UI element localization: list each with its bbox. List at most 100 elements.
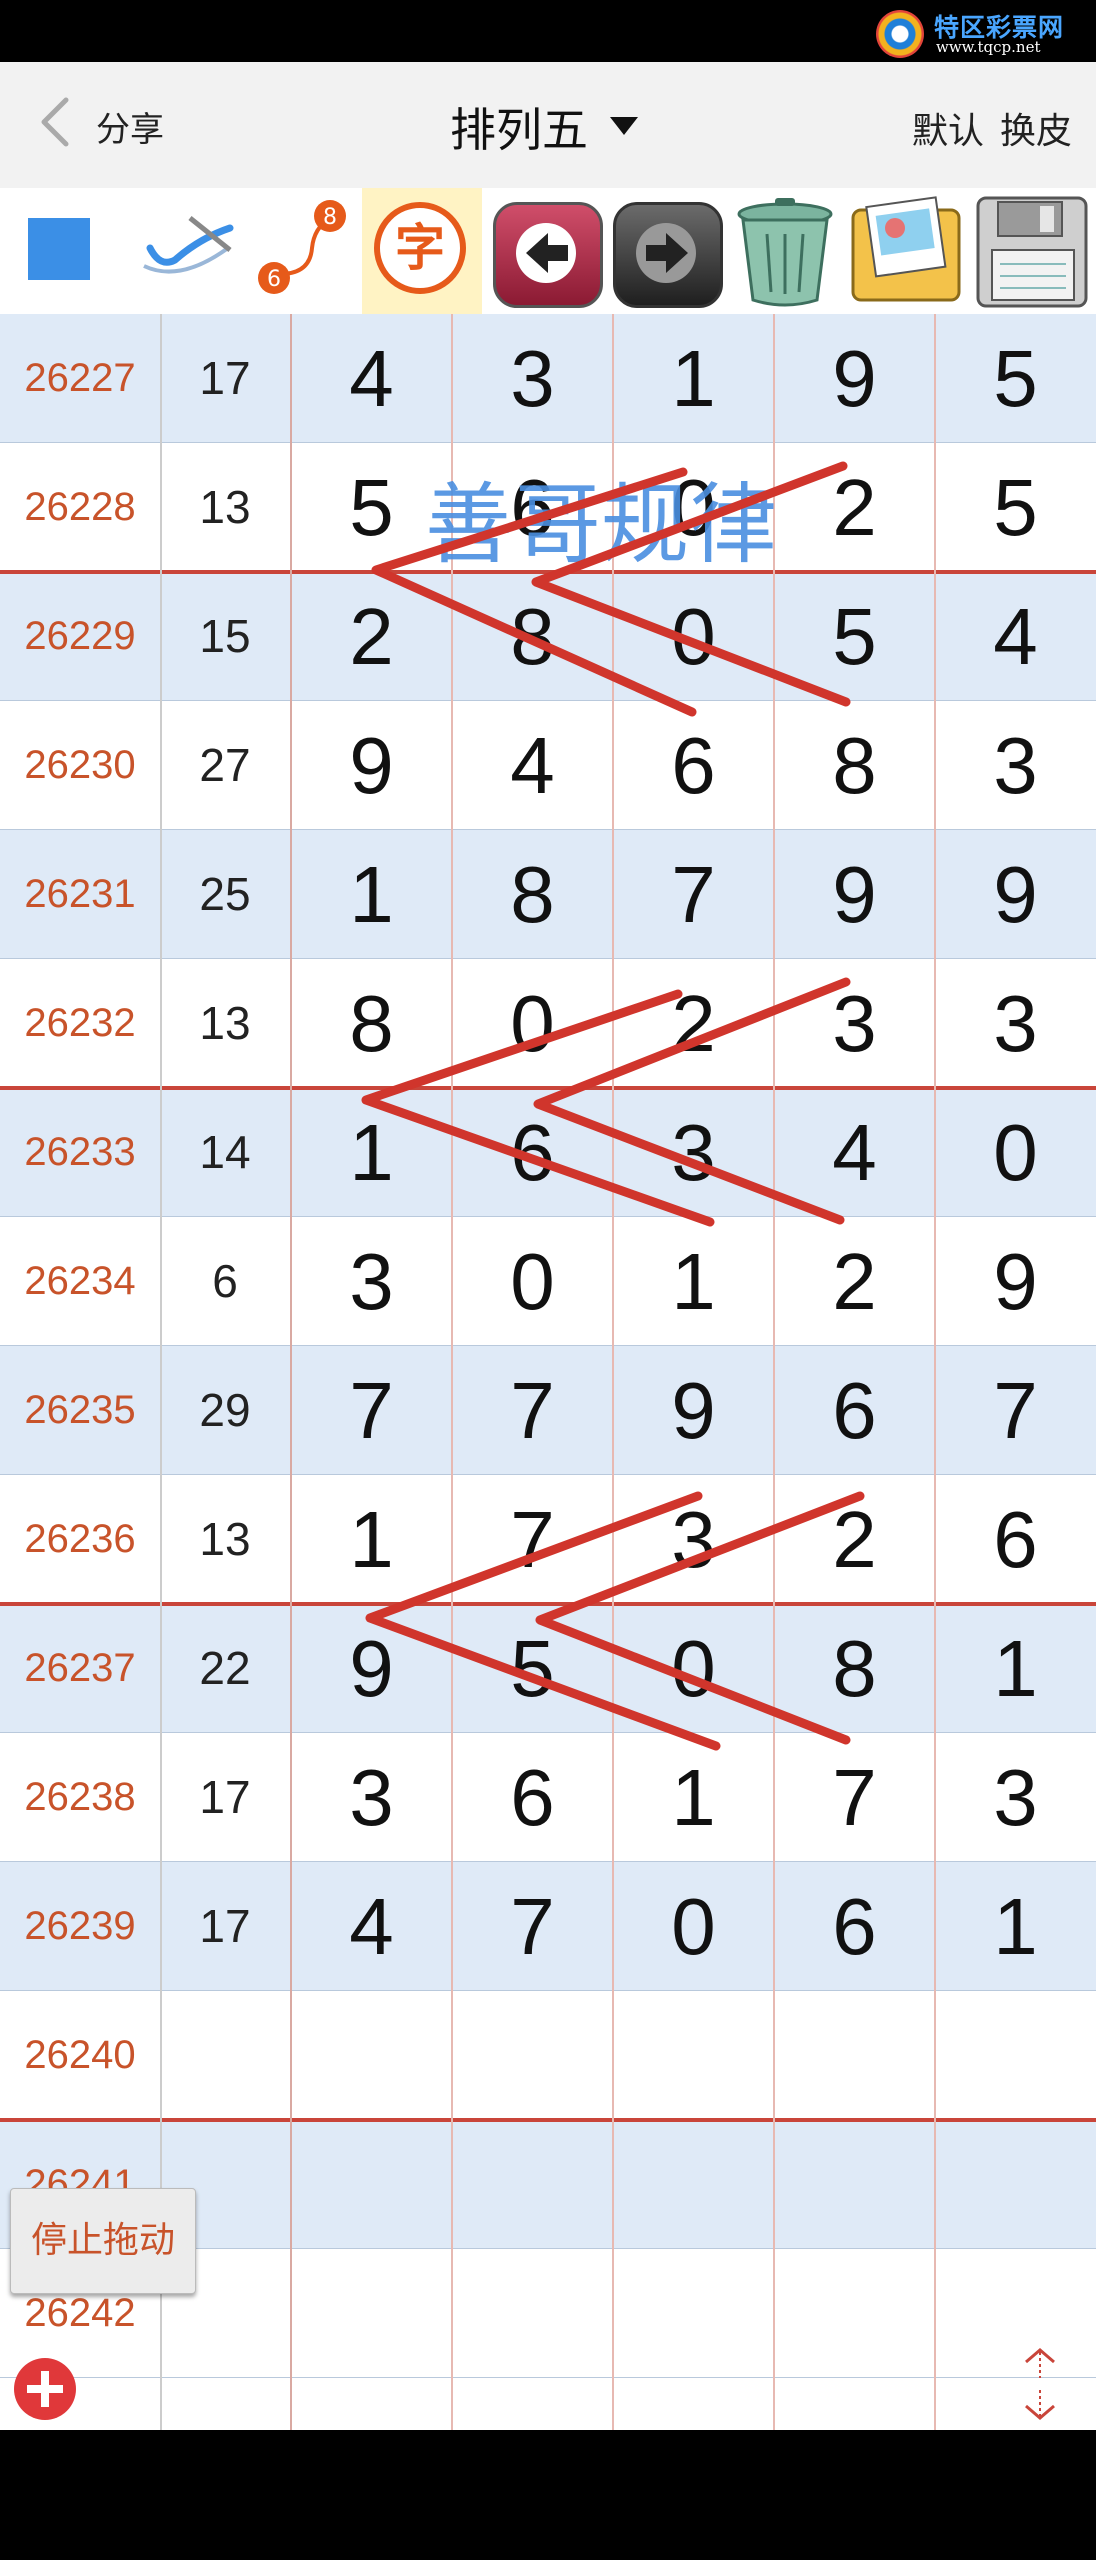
digit-cell[interactable]	[613, 1991, 774, 2120]
digit-cell[interactable]: 3	[291, 1733, 452, 1862]
digit-cell[interactable]: 0	[935, 1088, 1096, 1217]
digit-cell[interactable]: 1	[613, 314, 774, 443]
digit-cell[interactable]: 9	[935, 830, 1096, 959]
digit-cell[interactable]: 3	[935, 701, 1096, 830]
digit-cell[interactable]	[774, 2249, 935, 2378]
save-floppy-icon[interactable]	[970, 188, 1096, 314]
table-row[interactable]: 26229 15 2 8 0 5 4	[0, 572, 1096, 701]
digit-cell[interactable]: 7	[291, 1346, 452, 1475]
digit-cell[interactable]: 0	[613, 1862, 774, 1991]
digit-cell[interactable]: 9	[774, 830, 935, 959]
digit-cell[interactable]	[935, 2120, 1096, 2249]
change-skin-button[interactable]: 换皮	[1000, 102, 1072, 154]
digit-cell[interactable]: 6	[935, 1475, 1096, 1604]
digit-cell[interactable]: 2	[613, 959, 774, 1088]
digit-cell[interactable]: 8	[452, 830, 613, 959]
digit-cell[interactable]	[291, 1991, 452, 2120]
digit-cell[interactable]: 4	[935, 572, 1096, 701]
digit-cell[interactable]	[452, 1991, 613, 2120]
digit-cell[interactable]: 3	[613, 1088, 774, 1217]
digit-cell[interactable]: 0	[613, 1604, 774, 1733]
digit-cell[interactable]: 4	[291, 314, 452, 443]
digit-cell[interactable]: 9	[774, 314, 935, 443]
trash-icon[interactable]	[725, 188, 845, 314]
digit-cell[interactable]: 5	[452, 1604, 613, 1733]
digit-cell[interactable]: 1	[613, 1217, 774, 1346]
digit-cell[interactable]: 1	[935, 1862, 1096, 1991]
digit-cell[interactable]: 7	[452, 1346, 613, 1475]
digit-cell[interactable]: 9	[291, 701, 452, 830]
add-plus-icon[interactable]	[14, 2358, 76, 2420]
digit-cell[interactable]	[291, 2249, 452, 2378]
digit-cell[interactable]: 6	[452, 1733, 613, 1862]
digit-cell[interactable]: 2	[291, 572, 452, 701]
digit-cell[interactable]: 2	[774, 1217, 935, 1346]
digit-cell[interactable]: 4	[452, 701, 613, 830]
digit-cell[interactable]: 9	[291, 1604, 452, 1733]
digit-cell[interactable]: 4	[291, 1862, 452, 1991]
digit-cell[interactable]	[452, 2120, 613, 2249]
table-row[interactable]: 26227 17 4 3 1 9 5	[0, 314, 1096, 443]
pen-check-icon[interactable]	[130, 188, 250, 314]
digit-cell[interactable]	[774, 1991, 935, 2120]
digit-cell[interactable]: 3	[291, 1217, 452, 1346]
default-button[interactable]: 默认	[912, 102, 984, 154]
digit-cell[interactable]: 4	[774, 1088, 935, 1217]
digit-cell[interactable]	[613, 2120, 774, 2249]
digit-cell[interactable]: 0	[452, 1217, 613, 1346]
arrow-right-icon[interactable]	[605, 188, 725, 314]
digit-cell[interactable]: 8	[452, 572, 613, 701]
digit-cell[interactable]	[291, 2120, 452, 2249]
dropdown-triangle-icon[interactable]	[610, 117, 638, 135]
digit-cell[interactable]: 8	[774, 1604, 935, 1733]
digit-cell[interactable]: 2	[774, 443, 935, 572]
digit-cell[interactable]: 6	[774, 1862, 935, 1991]
table-row[interactable]: 26237 22 9 5 0 8 1	[0, 1604, 1096, 1733]
table-row[interactable]: 26234 6 3 0 1 2 9	[0, 1217, 1096, 1346]
digit-cell[interactable]: 3	[452, 314, 613, 443]
resize-vertical-icon[interactable]	[1018, 2346, 1062, 2422]
table-row[interactable]: 26239 17 4 7 0 6 1	[0, 1862, 1096, 1991]
table-row[interactable]: 26240	[0, 1991, 1096, 2120]
digit-cell[interactable]: 1	[291, 830, 452, 959]
digit-cell[interactable]	[774, 2120, 935, 2249]
table-row[interactable]: 26236 13 1 7 3 2 6	[0, 1475, 1096, 1604]
digit-cell[interactable]: 5	[935, 314, 1096, 443]
digit-cell[interactable]	[935, 1991, 1096, 2120]
blue-square-icon[interactable]	[0, 188, 120, 314]
digit-cell[interactable]: 3	[935, 959, 1096, 1088]
digit-cell[interactable]: 8	[291, 959, 452, 1088]
digit-cell[interactable]: 1	[291, 1475, 452, 1604]
back-chevron-icon[interactable]	[28, 92, 88, 152]
stop-drag-button[interactable]: 停止拖动	[10, 2188, 196, 2294]
digit-cell[interactable]: 3	[935, 1733, 1096, 1862]
digit-cell[interactable]: 1	[613, 1733, 774, 1862]
digit-cell[interactable]: 9	[613, 1346, 774, 1475]
zi-character-icon[interactable]: 字	[362, 188, 482, 314]
table-row[interactable]: 26238 17 3 6 1 7 3	[0, 1733, 1096, 1862]
digit-cell[interactable]: 5	[935, 443, 1096, 572]
table-row[interactable]: 26235 29 7 7 9 6 7	[0, 1346, 1096, 1475]
photo-album-icon[interactable]	[845, 188, 970, 314]
table-row[interactable]: 26232 13 8 0 2 3 3	[0, 959, 1096, 1088]
digit-cell[interactable]: 3	[613, 1475, 774, 1604]
digit-cell[interactable]: 1	[935, 1604, 1096, 1733]
digit-cell[interactable]: 7	[452, 1475, 613, 1604]
digit-cell[interactable]: 8	[774, 701, 935, 830]
share-label[interactable]: 分享	[96, 102, 164, 151]
digit-cell[interactable]: 1	[291, 1088, 452, 1217]
digit-cell[interactable]: 2	[774, 1475, 935, 1604]
digit-cell[interactable]: 7	[452, 1862, 613, 1991]
digit-cell[interactable]	[935, 2249, 1096, 2378]
digit-cell[interactable]	[613, 2249, 774, 2378]
page-title[interactable]: 排列五	[450, 94, 588, 160]
digit-cell[interactable]: 5	[774, 572, 935, 701]
digit-cell[interactable]: 9	[935, 1217, 1096, 1346]
table-row[interactable]: 26230 27 9 4 6 8 3	[0, 701, 1096, 830]
table-row[interactable]: 26233 14 1 6 3 4 0	[0, 1088, 1096, 1217]
digit-cell[interactable]: 6	[774, 1346, 935, 1475]
curve-6-8-icon[interactable]: 8 6	[250, 188, 360, 314]
digit-cell[interactable]	[452, 2249, 613, 2378]
digit-cell[interactable]: 6	[452, 1088, 613, 1217]
digit-cell[interactable]: 7	[774, 1733, 935, 1862]
